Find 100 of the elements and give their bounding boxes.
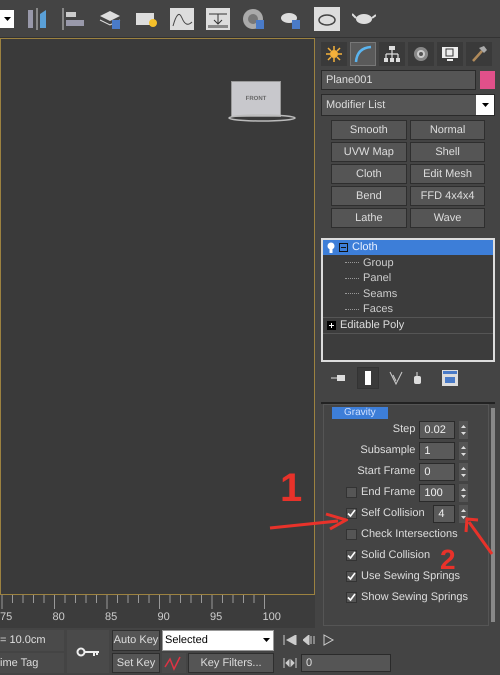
previous-frame-icon[interactable] [303,635,317,646]
go-to-start-icon[interactable] [283,635,297,646]
checkbox[interactable] [346,550,357,561]
time-ruler[interactable]: 75 80 85 90 95 100 [0,595,315,628]
key-mode-button[interactable] [67,630,109,673]
key-mode-toggle-icon[interactable] [283,658,297,668]
checkbox[interactable] [346,571,357,582]
sun-icon [325,45,343,63]
scrollbar[interactable] [491,408,496,622]
curve-editor-icon[interactable] [170,8,194,30]
tick-label: 95 [210,610,224,625]
sub-object-item[interactable]: Seams [363,286,398,302]
sub-object-item[interactable]: Panel [363,270,392,286]
spinner-arrows-icon[interactable] [459,504,468,522]
pin-icon[interactable] [331,373,347,383]
key-mode-dropdown[interactable]: Selected [162,630,274,650]
expand-icon[interactable] [327,321,336,330]
toggle-button[interactable]: Gravity [332,407,388,419]
check-icon [347,551,356,560]
modifier-button[interactable]: Lathe [331,208,407,228]
spinner-arrows-icon[interactable] [459,484,468,502]
check-icon [347,572,356,581]
caret-icon [4,16,10,20]
spinner-field[interactable]: 0.02 [419,420,456,438]
key-filters-button[interactable]: Key Filters... [188,652,274,673]
modifier-button[interactable]: Shell [410,142,486,162]
tick-label: 90 [158,610,171,625]
stack-item[interactable]: Editable Poly [323,318,494,333]
caret-icon [263,638,270,642]
panel-tab[interactable] [379,42,405,66]
field-label: Start Frame [357,464,416,480]
modifier-button[interactable]: Bend [331,186,407,206]
stack-label: Editable Poly [340,318,404,334]
panel-tab[interactable] [408,42,434,66]
spinner-field[interactable]: 100 [419,484,456,502]
show-end-result-button[interactable] [357,367,379,389]
modifier-button[interactable]: FFD 4x4x4 [410,186,486,206]
checkbox[interactable] [346,508,357,519]
checkbox-label: Check Intersections [361,527,458,542]
dropdown-value: Selected [164,633,209,648]
panel-tab[interactable] [437,42,463,66]
sphere-icon[interactable] [242,8,266,30]
set-key-button[interactable]: Set Key [112,652,160,673]
annotation-arrow [464,516,494,556]
current-frame-field[interactable]: 0 [301,654,391,672]
tick-label: 85 [105,610,118,625]
modifier-button[interactable]: Cloth [331,164,407,184]
modifier-button[interactable]: Edit Mesh [410,164,486,184]
tick-label: 75 [0,610,14,625]
align-icon[interactable] [62,8,86,30]
bar-icon [365,371,371,385]
modifier-button[interactable]: Smooth [331,120,407,140]
sub-object-item[interactable]: Group [363,254,394,271]
check-icon [347,593,356,602]
grid-size-field: = 10.0cm [0,630,64,650]
collapse-icon[interactable] [339,243,348,252]
cup-icon[interactable] [413,371,422,385]
hammer-icon [470,45,488,63]
auto-key-button[interactable]: Auto Key [112,630,160,650]
checkbox[interactable] [346,529,357,540]
spinner-arrows-icon[interactable] [459,442,468,460]
checkbox[interactable] [346,487,357,498]
modifier-button[interactable]: UVW Map [331,142,407,162]
curve-icon [354,45,372,63]
dropdown[interactable] [0,10,14,28]
lightbulb-icon [327,242,335,253]
stack-label: Cloth [352,240,378,256]
tick-label: 100 [262,610,282,625]
panel-tab[interactable] [466,42,492,66]
object-color-swatch[interactable] [480,71,496,89]
annotation-number: 1 [280,468,302,508]
hierarchy-icon [383,45,401,63]
stack-item[interactable]: Cloth [323,240,494,255]
checkbox-label: Solid Collision [361,548,430,564]
sub-object-item[interactable]: Faces [363,301,393,318]
modifier-button[interactable]: Wave [410,208,486,228]
spinner-field[interactable]: 1 [419,442,456,460]
panel-tab[interactable] [321,42,347,66]
ring-icon [227,113,297,123]
time-tag-field[interactable]: ime Tag [0,652,64,673]
monitor-icon [441,45,459,63]
spinner-arrows-icon[interactable] [459,420,468,438]
checkbox-label: End Frame [361,485,416,500]
modifier-list-dropdown[interactable]: Modifier List [321,94,496,116]
configure-icon[interactable] [442,370,458,386]
object-name-field[interactable]: Plane001 [321,70,476,90]
checkbox[interactable] [346,592,357,603]
spinner-field[interactable]: 0 [419,462,456,480]
field-label: Step [392,422,416,438]
checkbox-label: Show Sewing Springs [361,590,468,606]
schematic-icon[interactable] [206,8,230,30]
key-icon [76,646,100,656]
checkbox-label: Self Collision [361,506,426,522]
spinner-arrows-icon[interactable] [459,462,468,480]
tick-label: 80 [52,610,66,625]
spinner-field[interactable]: 4 [433,504,456,522]
play-icon[interactable] [323,634,335,646]
dropdown-value: Modifier List [325,98,386,113]
modifier-button[interactable]: Normal [410,120,486,140]
disc-icon [412,45,430,63]
